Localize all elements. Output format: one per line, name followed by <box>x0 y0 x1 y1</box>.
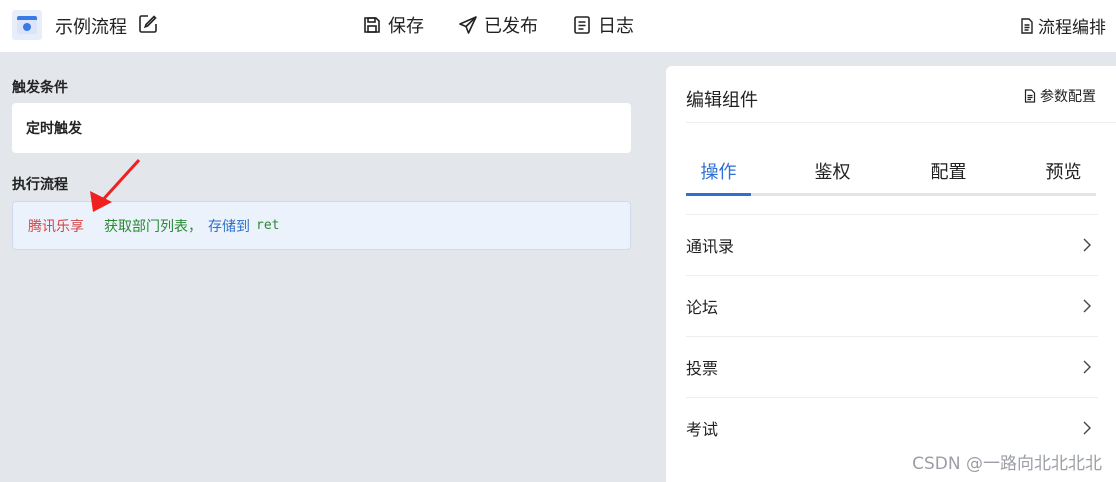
list-item-contacts[interactable]: 通讯录 <box>686 214 1098 275</box>
list-item-label: 投票 <box>686 359 719 378</box>
save-button[interactable]: 保存 <box>362 12 424 38</box>
list-item-label: 通讯录 <box>686 237 735 256</box>
chevron-right-icon <box>1083 238 1091 252</box>
active-tab-indicator <box>686 193 751 196</box>
flow-step-card[interactable]: 腾讯乐享 获取部门列表 ， 存储到 ret <box>12 201 631 250</box>
list-item-label: 论坛 <box>686 298 719 317</box>
step-separator: ， <box>188 218 202 235</box>
app-logo-icon <box>12 10 42 40</box>
list-item-vote[interactable]: 投票 <box>686 336 1098 397</box>
step-operation: 获取部门列表 <box>104 218 188 235</box>
param-config-label: 参数配置 <box>1040 89 1096 105</box>
flow-arrange-label: 流程编排 <box>1038 18 1106 38</box>
operation-list: 通讯录 论坛 投票 考试 <box>686 214 1098 458</box>
flow-arrange-button[interactable]: 流程编排 <box>1020 13 1106 38</box>
step-store-label: 存储到 <box>208 218 250 235</box>
trigger-section-label: 触发条件 <box>12 80 68 96</box>
tab-operation[interactable]: 操作 <box>686 158 751 184</box>
edit-icon[interactable] <box>138 14 158 34</box>
publish-label: 已发布 <box>484 16 538 37</box>
header-actions: 保存 已发布 日志 <box>362 12 634 38</box>
trigger-card[interactable]: 定时触发 <box>12 103 631 153</box>
publish-button[interactable]: 已发布 <box>458 12 538 38</box>
divider <box>686 122 1116 123</box>
chevron-right-icon <box>1083 360 1091 374</box>
list-item-label: 考试 <box>686 420 719 439</box>
tab-preview[interactable]: 预览 <box>1031 158 1096 184</box>
step-variable: ret <box>256 218 280 233</box>
step-app-name: 腾讯乐享 <box>28 218 84 235</box>
chevron-right-icon <box>1083 421 1091 435</box>
log-button[interactable]: 日志 <box>572 12 634 38</box>
save-label: 保存 <box>388 16 424 37</box>
watermark: CSDN @一路向北北北北 <box>912 454 1102 474</box>
trigger-value: 定时触发 <box>26 121 82 137</box>
list-item-forum[interactable]: 论坛 <box>686 275 1098 336</box>
panel-title: 编辑组件 <box>686 90 758 111</box>
flow-title: 示例流程 <box>55 17 127 38</box>
param-config-button[interactable]: 参数配置 <box>1024 86 1096 106</box>
exec-section-label: 执行流程 <box>12 177 68 193</box>
panel-tabs: 操作 鉴权 配置 预览 <box>686 158 1096 196</box>
document-list-icon <box>574 16 590 34</box>
file-text-icon <box>1024 89 1036 103</box>
top-bar: 示例流程 保存 已发布 日志 流程编排 <box>0 0 1116 52</box>
save-icon <box>364 17 380 33</box>
component-editor-panel: 编辑组件 参数配置 操作 鉴权 配置 预览 通讯录 论坛 投票 考试 <box>666 66 1116 482</box>
tab-auth[interactable]: 鉴权 <box>800 158 865 184</box>
chevron-right-icon <box>1083 299 1091 313</box>
send-icon <box>459 16 477 34</box>
log-label: 日志 <box>598 16 634 37</box>
file-text-icon <box>1021 17 1033 34</box>
tab-config[interactable]: 配置 <box>916 158 981 184</box>
